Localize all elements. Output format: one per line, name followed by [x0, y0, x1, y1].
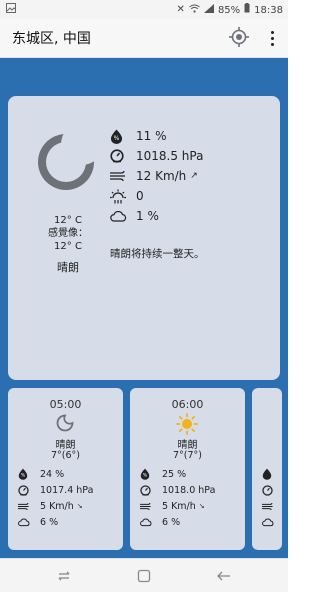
battery-icon	[244, 3, 250, 17]
pressure-value: 1018.5 hPa	[136, 149, 204, 163]
hour-humidity: 25 %	[162, 468, 187, 480]
weather-summary: 晴朗将持续一整天。	[110, 248, 205, 260]
uv-row: 0	[110, 186, 203, 206]
navigation-bar	[0, 558, 288, 592]
hour-pressure-row	[262, 483, 274, 497]
uv-index-value: 0	[136, 189, 144, 203]
cloud-icon	[140, 516, 152, 528]
hour-wind-row: 5 Km/h ↘	[140, 499, 205, 513]
recent-apps-icon[interactable]	[56, 568, 72, 584]
svg-text:%: %	[114, 135, 120, 142]
uv-sun-icon	[110, 188, 128, 204]
hour-wind-row: 5 Km/h ↘	[18, 499, 83, 513]
weather-content: 12° C 感覺像： 12° C 晴朗 % 11 % 1018.5 hPa 12…	[0, 58, 288, 558]
cloud-cover-value: 1 %	[136, 209, 159, 223]
cloud-icon	[18, 516, 30, 528]
cloud-icon	[110, 208, 128, 224]
feels-like-temperature: 12° C	[54, 241, 82, 252]
wind-row: 12 Km/h ↗	[110, 166, 203, 186]
hour-time: 05:00	[49, 398, 82, 411]
hourly-card[interactable]: 05:00 晴朗 7°(6°) % 24 % 1017.4 hPa 5 Km/h	[8, 388, 123, 550]
signal-icon	[203, 3, 214, 17]
location-title: 东城区, 中国	[12, 31, 91, 47]
humidity-drop-icon: %	[18, 468, 30, 480]
wind-direction-arrow: ↘	[198, 502, 205, 510]
humidity-drop-icon	[262, 468, 274, 480]
back-icon[interactable]	[216, 568, 232, 584]
overflow-menu-icon[interactable]	[266, 27, 278, 49]
wind-value: 12 Km/h	[136, 169, 187, 183]
svg-text:%: %	[143, 473, 148, 479]
feels-like-label: 感覺像：	[48, 228, 88, 239]
battery-percent: 85%	[217, 4, 241, 16]
hour-pressure: 1017.4 hPa	[40, 484, 94, 496]
hour-cloud-cover: 6 %	[40, 516, 59, 528]
current-condition: 晴朗	[57, 261, 79, 274]
sun-icon	[176, 413, 198, 435]
wind-icon	[18, 500, 30, 512]
current-temperature-block: 12° C 感覺像： 12° C 晴朗	[18, 214, 118, 274]
alarm-muted-icon: ✕	[176, 4, 185, 15]
wind-direction-arrow: ↗	[190, 171, 198, 181]
hour-condition: 晴朗	[55, 440, 76, 451]
humidity-value: 11 %	[136, 129, 167, 143]
current-weather-card: 12° C 感覺像： 12° C 晴朗 % 11 % 1018.5 hPa 12…	[8, 96, 280, 380]
humidity-drop-icon: %	[140, 468, 152, 480]
hour-humidity-row: % 24 %	[18, 467, 64, 481]
current-temperature: 12° C	[54, 215, 82, 226]
hour-condition: 晴朗	[177, 440, 198, 451]
hourly-card-partial[interactable]	[252, 388, 282, 550]
hour-temperature: 7°(6°)	[50, 450, 80, 461]
hour-cloud-cover: 6 %	[162, 516, 181, 528]
hour-pressure-row: 1018.0 hPa	[140, 483, 215, 497]
hour-humidity: 24 %	[40, 468, 65, 480]
hour-wind: 5 Km/h	[162, 500, 196, 512]
current-details: % 11 % 1018.5 hPa 12 Km/h ↗ 0 1 %	[110, 126, 203, 226]
svg-text:%: %	[21, 473, 26, 479]
wind-icon	[262, 500, 274, 512]
gps-locate-icon[interactable]	[228, 26, 250, 48]
hour-time: 06:00	[171, 398, 204, 411]
hour-cloud-row: 6 %	[140, 515, 180, 529]
wind-icon	[110, 168, 128, 184]
clock-time: 18:38	[254, 4, 283, 16]
status-bar: ✕ 85% 18:38	[0, 0, 288, 18]
wind-icon	[140, 500, 152, 512]
hourly-card[interactable]: 06:00 晴朗 7°(7°) % 25 % 1018.0 hPa 5 Km/h…	[130, 388, 245, 550]
pressure-row: 1018.5 hPa	[110, 146, 203, 166]
hour-wind-row	[262, 499, 274, 513]
hour-temperature: 7°(7°)	[172, 450, 202, 461]
hour-cloud-row	[262, 515, 274, 529]
app-bar: 东城区, 中国	[0, 18, 288, 58]
moon-icon	[55, 413, 75, 433]
pressure-gauge-icon	[140, 484, 152, 496]
pressure-gauge-icon	[18, 484, 30, 496]
cloud-icon	[262, 516, 274, 528]
hour-pressure-row: 1017.4 hPa	[18, 483, 93, 497]
pressure-gauge-icon	[262, 484, 274, 496]
moon-icon	[32, 124, 104, 196]
hour-cloud-row: 6 %	[18, 515, 58, 529]
hour-pressure: 1018.0 hPa	[162, 484, 216, 496]
hour-humidity-row: % 25 %	[140, 467, 186, 481]
pressure-gauge-icon	[110, 148, 128, 164]
notification-image-icon	[6, 3, 16, 16]
hour-wind: 5 Km/h	[40, 500, 74, 512]
humidity-row: % 11 %	[110, 126, 203, 146]
humidity-drop-icon: %	[110, 128, 128, 144]
cloud-row: 1 %	[110, 206, 203, 226]
hour-humidity-row	[262, 467, 274, 481]
wind-direction-arrow: ↘	[76, 502, 83, 510]
home-icon[interactable]	[136, 568, 152, 584]
wifi-icon	[189, 4, 200, 17]
